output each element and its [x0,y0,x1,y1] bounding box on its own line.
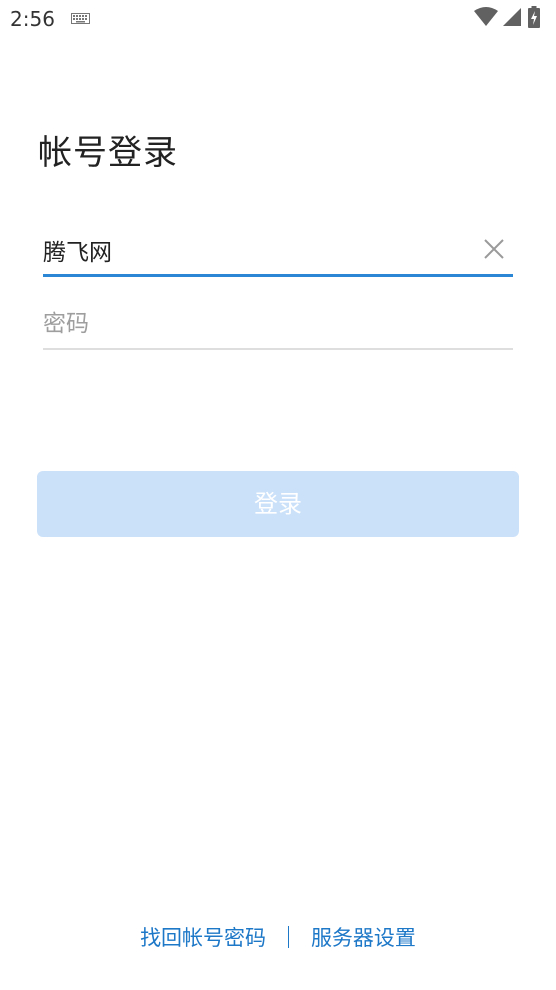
password-field [43,302,513,350]
signal-icon [503,8,521,26]
page-title: 帐号登录 [38,133,178,173]
login-button[interactable]: 登录 [37,471,519,537]
password-input[interactable] [43,302,463,346]
keyboard-icon [71,13,90,24]
footer-links: 找回帐号密码 服务器设置 [0,918,556,958]
recover-account-password-link[interactable]: 找回帐号密码 [140,926,266,950]
wifi-icon [474,7,498,26]
account-field [43,228,513,277]
server-settings-link[interactable]: 服务器设置 [311,926,416,950]
footer-divider [287,926,290,948]
status-time: 2:56 [10,7,55,31]
status-icons [474,6,548,28]
battery-charging-icon [528,6,540,28]
status-bar: 2:56 [0,0,556,38]
account-input[interactable] [43,228,463,272]
clear-icon[interactable] [483,238,505,260]
